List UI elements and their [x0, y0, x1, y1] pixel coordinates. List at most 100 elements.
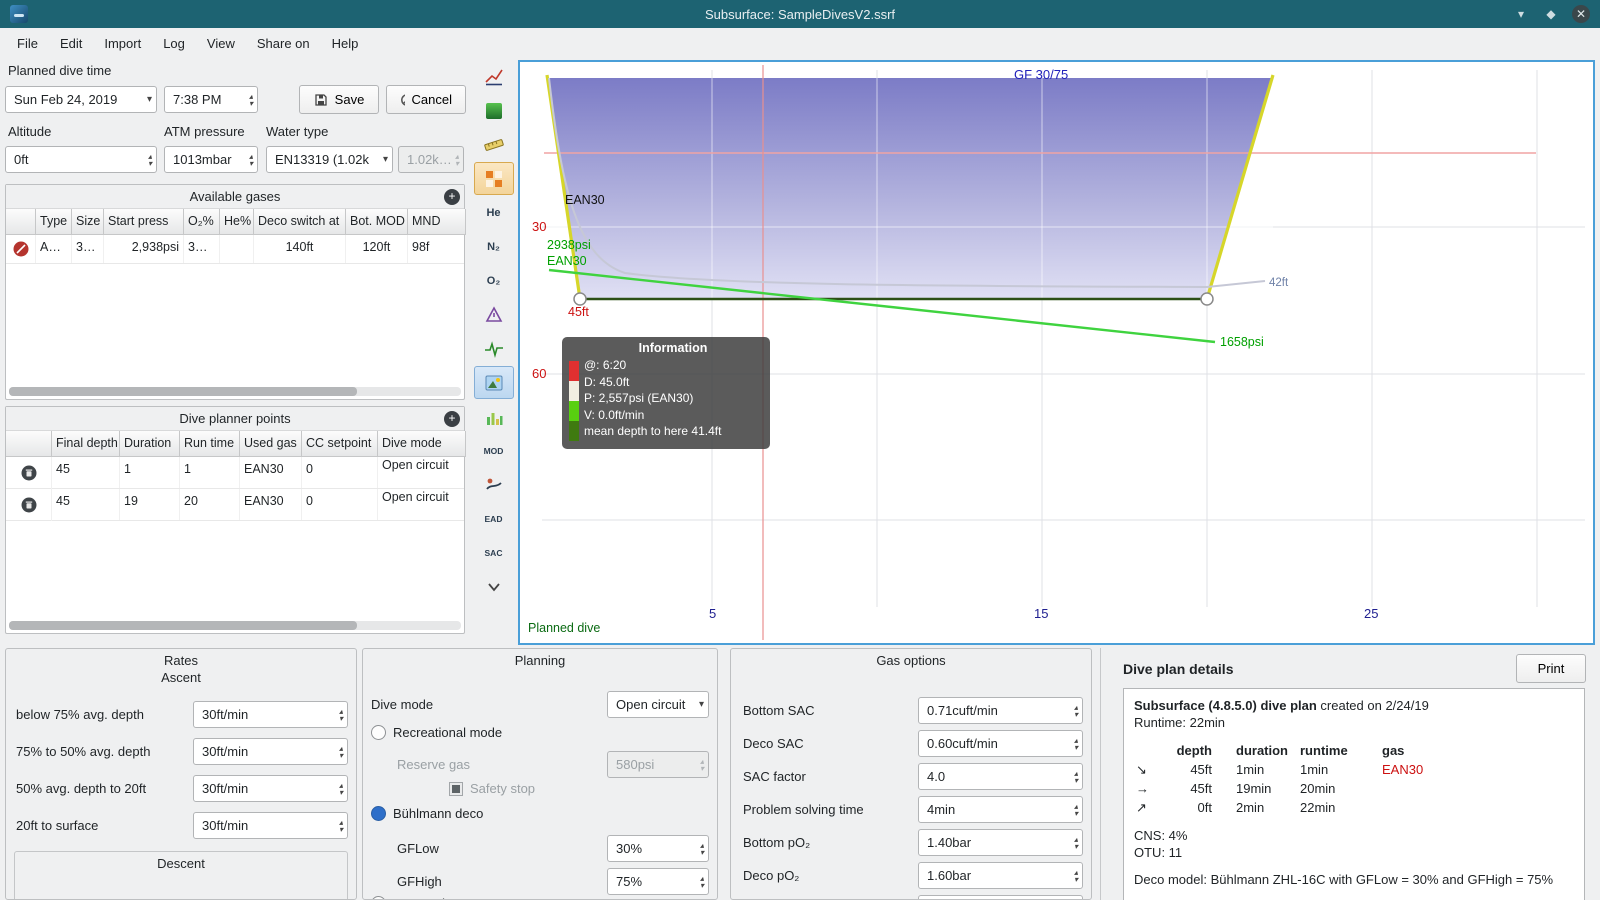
spin-arrows[interactable]: ▴ ▾ [335, 781, 343, 796]
ascent-rate-field[interactable]: 30ft/min ▴ ▾ [193, 775, 348, 802]
gas-row[interactable]: A… 3… 2,938psi 3… 140ft 120ft 98f [6, 235, 466, 264]
atm-pressure-field[interactable]: 1013mbar ▴ ▾ [164, 146, 258, 173]
ascent-rate-field[interactable]: 30ft/min ▴ ▾ [193, 812, 348, 839]
vpmb-deco-option[interactable]: VPM-B deco [371, 896, 466, 899]
chevron-down-icon[interactable]: ▾ [143, 94, 152, 105]
menu-help[interactable]: Help [321, 31, 370, 56]
sac-factor-field[interactable]: 4.0 ▴ ▾ [918, 763, 1083, 790]
spin-arrows[interactable]: ▴ ▾ [696, 874, 704, 889]
menu-edit[interactable]: Edit [49, 31, 93, 56]
radio-selected-icon[interactable] [371, 806, 386, 821]
nitrogen-toggle-button[interactable]: N₂ [474, 230, 514, 263]
delete-point-icon[interactable] [6, 489, 52, 521]
spin-arrows[interactable]: ▴ ▾ [1070, 736, 1078, 751]
ascent-rate-field[interactable]: 30ft/min ▴ ▾ [193, 701, 348, 728]
ascent-rate-field[interactable]: 30ft/min ▴ ▾ [193, 738, 348, 765]
add-point-button[interactable]: + [444, 411, 460, 427]
planned-dive-time-label: Planned dive time [8, 63, 112, 78]
bottom-po2-field[interactable]: 1.40bar ▴ ▾ [918, 829, 1083, 856]
menu-view[interactable]: View [196, 31, 246, 56]
sac-icon: SAC [484, 547, 503, 558]
deco-sac-field[interactable]: 0.60cuft/min ▴ ▾ [918, 730, 1083, 757]
gflow-field[interactable]: 30% ▴ ▾ [607, 835, 709, 862]
minimize-icon[interactable]: ▾ [1512, 5, 1530, 23]
mod-toggle-button[interactable]: MOD [474, 434, 514, 467]
ead-toggle-button[interactable]: EAD [474, 502, 514, 535]
heart-rate-toggle-button[interactable] [474, 332, 514, 365]
heart-rate-icon [484, 340, 503, 358]
recreational-mode-option[interactable]: Recreational mode [371, 725, 502, 740]
oxygen-toggle-button[interactable]: O₂ [474, 264, 514, 297]
window-titlebar[interactable]: Subsurface: SampleDivesV2.ssrf ▾ ◆ ✕ [0, 0, 1600, 28]
best-mix-end-field[interactable]: 98ft▴▾ [918, 895, 1083, 899]
spin-arrows[interactable]: ▴ ▾ [1070, 703, 1078, 718]
tooltip-line: @: 6:20 [584, 358, 627, 372]
close-icon[interactable]: ✕ [1572, 5, 1590, 23]
spin-arrows[interactable]: ▴ ▾ [335, 818, 343, 833]
spin-arrows[interactable]: ▴ ▾ [245, 92, 253, 107]
points-hscrollbar[interactable] [9, 621, 461, 630]
scrollbar-thumb[interactable] [9, 387, 358, 396]
spin-arrows[interactable]: ▴ ▾ [696, 841, 704, 856]
maximize-icon[interactable]: ◆ [1542, 5, 1560, 23]
save-button[interactable]: Save [299, 85, 379, 114]
gradient-button[interactable] [474, 94, 514, 127]
planning-panel: Planning Dive mode Open circuit ▾ Recreat… [362, 648, 718, 900]
scale-graph-icon [484, 69, 503, 85]
add-gas-button[interactable]: + [444, 189, 460, 205]
chevron-down-icon[interactable]: ▾ [379, 154, 388, 165]
spin-arrows[interactable]: ▴ ▾ [144, 152, 152, 167]
spin-arrows[interactable]: ▴ ▾ [335, 744, 343, 759]
tissues-toggle-button[interactable] [474, 400, 514, 433]
dive-time-field[interactable]: 7:38 PM ▴ ▾ [164, 86, 258, 113]
dive-mode-combo[interactable]: Open circuit ▾ [607, 691, 709, 718]
menu-import[interactable]: Import [93, 31, 152, 56]
spin-arrows[interactable]: ▴ ▾ [1070, 769, 1078, 784]
altitude-field[interactable]: 0ft ▴ ▾ [5, 146, 157, 173]
ruler-button[interactable] [474, 128, 514, 161]
menu-log[interactable]: Log [152, 31, 196, 56]
scale-graph-button[interactable] [474, 60, 514, 93]
water-type-combo[interactable]: EN13319 (1.02k ▾ [266, 146, 393, 173]
reserve-gas-row: Reserve gas 580psi ▴ ▾ [397, 751, 709, 778]
radio-icon[interactable] [371, 896, 386, 899]
planner-handle[interactable] [573, 292, 587, 306]
spin-arrows[interactable]: ▴ ▾ [1070, 835, 1078, 850]
ceiling-toggle-button[interactable] [474, 298, 514, 331]
gflow-label: GFLow [397, 841, 439, 856]
point-row[interactable]: 45 19 20 EAN30 0 Open circuit [6, 489, 466, 521]
scrollbar-thumb[interactable] [9, 621, 358, 630]
planner-handle[interactable] [1200, 292, 1214, 306]
scroll-down-button[interactable] [474, 570, 514, 603]
plan-row: ↘ 45ft 1min 1min EAN30 [1136, 762, 1424, 777]
spin-arrows[interactable]: ▴ ▾ [1070, 802, 1078, 817]
photos-toggle-button[interactable] [473, 366, 514, 399]
ndl-toggle-button[interactable] [474, 468, 514, 501]
problem-solving-time-field[interactable]: 4min ▴ ▾ [918, 796, 1083, 823]
bottom-sac-field[interactable]: 0.71cuft/min ▴ ▾ [918, 697, 1083, 724]
gases-hscrollbar[interactable] [9, 387, 461, 396]
point-row[interactable]: 45 1 1 EAN30 0 Open circuit [6, 457, 466, 489]
menu-share-on[interactable]: Share on [246, 31, 321, 56]
deco-po2-field[interactable]: 1.60bar ▴ ▾ [918, 862, 1083, 889]
chevron-down-icon[interactable]: ▾ [695, 699, 704, 710]
helium-toggle-button[interactable]: He [474, 196, 514, 229]
sac-toggle-button[interactable]: SAC [474, 536, 514, 569]
print-button[interactable]: Print [1516, 654, 1586, 683]
spin-arrows[interactable]: ▴ ▾ [1070, 868, 1078, 883]
spin-arrows[interactable]: ▴ ▾ [335, 707, 343, 722]
time-tick-5: 5 [709, 606, 716, 621]
gfhigh-field[interactable]: 75% ▴ ▾ [607, 868, 709, 895]
planned-dive-label: Planned dive [528, 621, 601, 635]
dive-date-combo[interactable]: Sun Feb 24, 2019 ▾ [5, 86, 157, 113]
buhlmann-deco-option[interactable]: Bühlmann deco [371, 806, 483, 821]
cancel-button[interactable]: Cancel [386, 85, 466, 114]
delete-point-icon[interactable] [6, 457, 52, 489]
remove-gas-icon[interactable] [6, 235, 36, 263]
menu-file[interactable]: File [6, 31, 49, 56]
spin-arrows[interactable]: ▴ ▾ [245, 152, 253, 167]
dive-profile-chart[interactable]: GF 30/75 30 60 5 15 25 EAN30 2938psi EAN… [518, 60, 1595, 645]
radio-icon[interactable] [371, 725, 386, 740]
grid-toggle-button[interactable] [473, 162, 514, 195]
reserve-gas-field: 580psi ▴ ▾ [607, 751, 709, 778]
